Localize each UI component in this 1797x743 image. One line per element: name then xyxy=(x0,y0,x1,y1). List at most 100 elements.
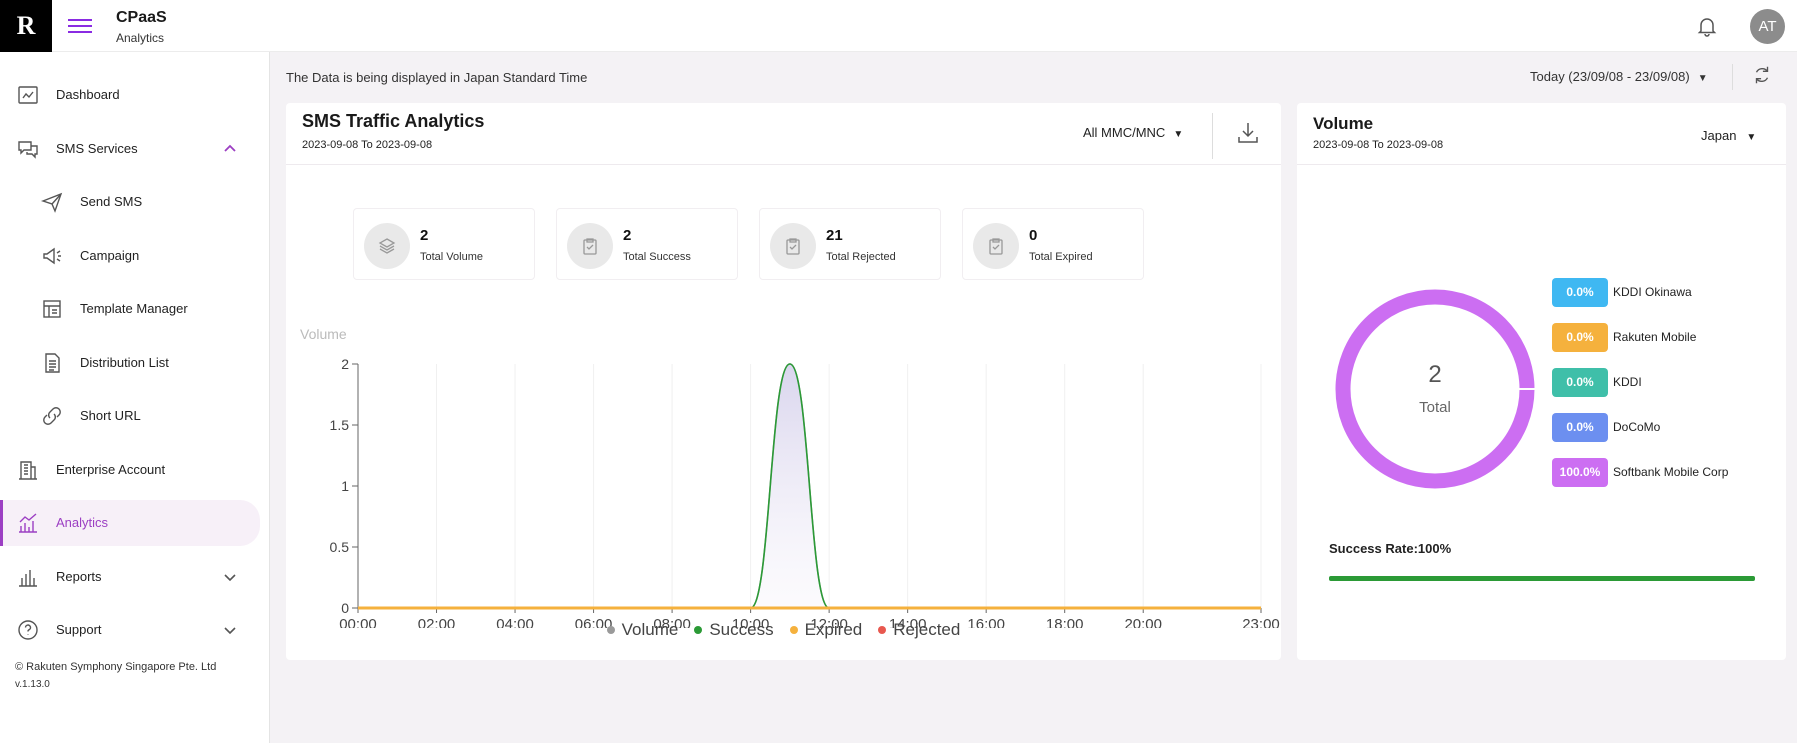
divider xyxy=(1732,64,1733,90)
sidebar-item-send-sms[interactable]: Send SMS xyxy=(0,179,260,225)
sidebar-item-enterprise-account[interactable]: Enterprise Account xyxy=(0,447,260,493)
operator-percentage: 0.0% xyxy=(1552,322,1608,352)
mmc-mnc-label: All MMC/MNC xyxy=(1083,125,1166,140)
building-icon xyxy=(19,461,37,480)
caret-down-icon: ▼ xyxy=(1697,73,1708,84)
mmc-mnc-dropdown[interactable]: All MMC/MNC ▼ xyxy=(1083,125,1183,140)
stat-total-volume: 2 Total Volume xyxy=(353,208,535,280)
success-rate-caption: Success Rate xyxy=(1329,541,1414,556)
sidebar-item-campaign[interactable]: Campaign xyxy=(0,233,260,279)
success-rate-bar xyxy=(1329,576,1755,581)
y-tick-label: 0.5 xyxy=(330,539,350,555)
sidebar-item-label: Campaign xyxy=(80,248,140,263)
sidebar-item-distribution-list[interactable]: Distribution List xyxy=(0,340,260,386)
donut-total-label: Total xyxy=(1419,399,1451,416)
sidebar-item-label: Support xyxy=(56,622,102,637)
sms-traffic-card: SMS Traffic Analytics 2023-09-08 To 2023… xyxy=(286,103,1281,660)
sidebar-item-dashboard[interactable]: Dashboard xyxy=(0,72,260,118)
refresh-icon[interactable] xyxy=(1751,64,1773,86)
sidebar-item-label: Analytics xyxy=(56,515,109,530)
operator-name: Rakuten Mobile xyxy=(1613,330,1697,344)
sidebar-item-reports[interactable]: Reports xyxy=(0,554,260,600)
caret-down-icon: ▼ xyxy=(1746,132,1757,143)
app-title: CPaaS xyxy=(116,9,167,26)
success-rate-label: Success Rate:100% xyxy=(1329,541,1452,556)
paper-plane-icon xyxy=(40,192,63,213)
sidebar-item-analytics[interactable]: Analytics xyxy=(0,500,260,546)
chart-legend: Volume Success Expired Rejected xyxy=(286,620,1281,640)
chevron-up-icon[interactable] xyxy=(222,141,238,157)
operator-legend-softbank[interactable]: 100.0% Softbank Mobile Corp xyxy=(1552,457,1728,487)
date-range-dropdown[interactable]: Today (23/09/08 - 23/09/08) ▼ xyxy=(1530,69,1708,84)
sidebar-item-template-manager[interactable]: Template Manager xyxy=(0,286,260,332)
operator-legend-docomo[interactable]: 0.0% DoCoMo xyxy=(1552,412,1660,442)
legend-label: Volume xyxy=(621,620,679,639)
stat-label: Total Success xyxy=(623,251,691,263)
stat-total-expired: 0 Total Expired xyxy=(962,208,1144,280)
card-title: Volume xyxy=(1313,114,1374,133)
sidebar-item-support[interactable]: Support xyxy=(0,607,260,653)
operator-percentage: 0.0% xyxy=(1552,367,1608,397)
sidebar-item-label: Distribution List xyxy=(80,355,169,370)
traffic-line-chart: Volume00:00 02:00 04:00 06:00 08:00 10:00 12:0… xyxy=(300,326,1280,628)
operator-name: KDDI Okinawa xyxy=(1613,285,1692,299)
stat-label: Total Expired xyxy=(1029,251,1093,263)
template-icon xyxy=(43,300,61,318)
sidebar: Dashboard SMS Services Send SMS Campaign… xyxy=(0,52,270,743)
legend-dot xyxy=(878,626,887,634)
card-date-range: 2023-09-08 To 2023-09-08 xyxy=(1313,139,1444,151)
rakuten-logo[interactable]: R xyxy=(0,0,52,52)
operator-percentage: 0.0% xyxy=(1552,412,1608,442)
operator-name: Softbank Mobile Corp xyxy=(1613,465,1729,479)
layers-icon xyxy=(364,223,410,269)
volume-donut-chart: 2 Total xyxy=(1335,289,1537,489)
y-tick-label: 1.5 xyxy=(330,417,350,433)
app-subtitle: Analytics xyxy=(116,31,165,45)
clipboard-check-icon xyxy=(770,223,816,269)
operator-legend-kddi-okinawa[interactable]: 0.0% KDDI Okinawa xyxy=(1552,277,1692,307)
operator-percentage: 100.0% xyxy=(1552,457,1608,487)
download-icon[interactable] xyxy=(1236,120,1260,146)
volume-card: Volume 2023-09-08 To 2023-09-08 Japan ▼ 2… xyxy=(1297,103,1786,660)
y-axis-label: Volume xyxy=(300,326,347,342)
legend-item-expired[interactable]: Expired xyxy=(789,620,863,640)
timezone-note: The Data is being displayed in Japan Sta… xyxy=(286,70,588,85)
stat-value: 2 xyxy=(623,227,632,244)
chat-bubbles-icon xyxy=(18,141,38,159)
sidebar-item-label: Short URL xyxy=(80,408,141,423)
donut-total-value: 2 xyxy=(1428,361,1441,388)
operator-legend-rakuten-mobile[interactable]: 0.0% Rakuten Mobile xyxy=(1552,322,1696,352)
bell-icon[interactable] xyxy=(1695,14,1719,38)
stat-total-rejected: 21 Total Rejected xyxy=(759,208,941,280)
legend-item-rejected[interactable]: Rejected xyxy=(878,620,960,640)
date-range-label: Today (23/09/08 - 23/09/08) xyxy=(1530,69,1690,84)
operator-name: DoCoMo xyxy=(1613,420,1661,434)
stat-total-success: 2 Total Success xyxy=(556,208,738,280)
megaphone-icon xyxy=(43,247,61,265)
copyright: © Rakuten Symphony Singapore Pte. Ltd xyxy=(15,661,217,673)
document-list-icon xyxy=(45,353,60,373)
sidebar-item-short-url[interactable]: Short URL xyxy=(0,393,260,439)
country-dropdown[interactable]: Japan ▼ xyxy=(1701,128,1756,143)
hamburger-menu-icon[interactable] xyxy=(68,15,92,37)
donut-ring xyxy=(1335,289,1535,489)
sidebar-item-label: Send SMS xyxy=(80,194,143,209)
dashboard-icon xyxy=(18,86,38,104)
legend-item-success[interactable]: Success xyxy=(694,620,774,640)
operator-legend-kddi[interactable]: 0.0% KDDI xyxy=(1552,367,1642,397)
legend-label: Expired xyxy=(804,620,863,639)
sidebar-item-label: SMS Services xyxy=(56,141,138,156)
clipboard-check-icon xyxy=(973,223,1019,269)
card-date-range: 2023-09-08 To 2023-09-08 xyxy=(302,139,433,151)
legend-item-volume[interactable]: Volume xyxy=(606,620,679,640)
stat-value: 21 xyxy=(826,227,843,244)
sidebar-item-label: Dashboard xyxy=(56,87,120,102)
sidebar-item-sms-services[interactable]: SMS Services xyxy=(0,126,260,172)
stat-label: Total Volume xyxy=(420,251,483,263)
avatar[interactable]: AT xyxy=(1750,9,1785,44)
chevron-down-icon[interactable] xyxy=(222,569,238,585)
legend-dot xyxy=(606,626,615,634)
bar-chart-icon xyxy=(19,570,37,587)
chevron-down-icon[interactable] xyxy=(222,622,238,638)
version: v.1.13.0 xyxy=(15,679,50,690)
